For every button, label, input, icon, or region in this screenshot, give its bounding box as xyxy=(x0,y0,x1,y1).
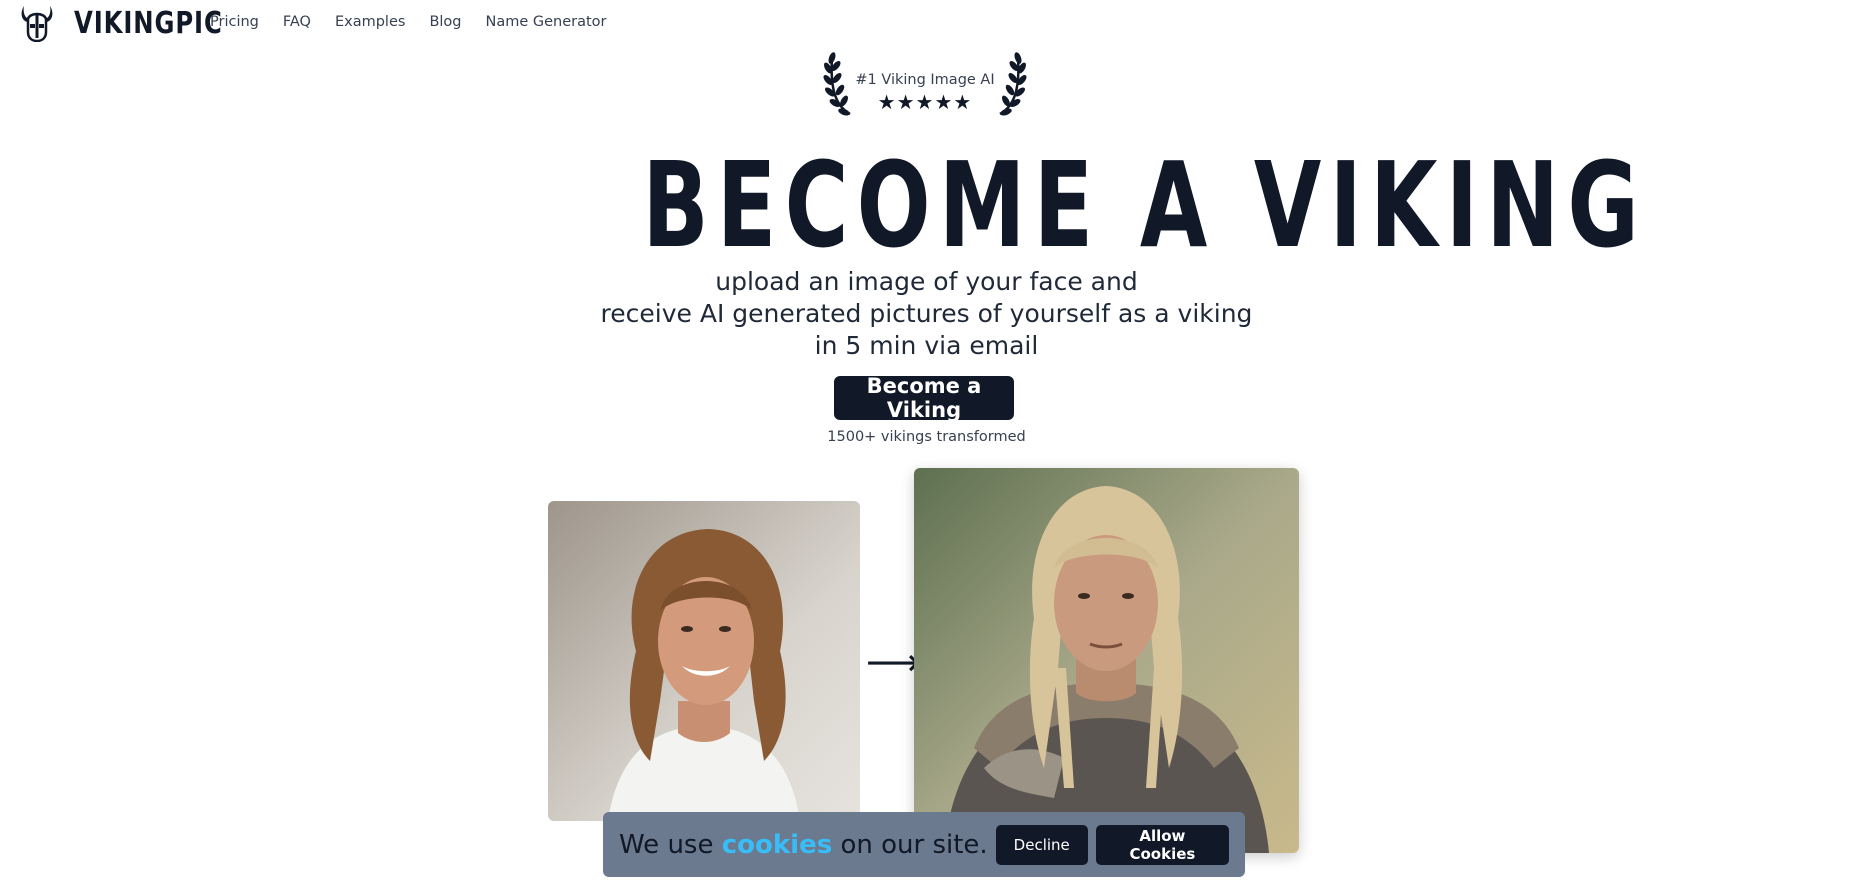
laurel-right-icon xyxy=(999,52,1027,116)
cookie-message: We use cookies on our site. xyxy=(619,830,988,860)
become-a-viking-button[interactable]: Become a Viking xyxy=(834,374,1014,422)
nav-link-blog[interactable]: Blog xyxy=(429,14,461,30)
nav-link-pricing[interactable]: Pricing xyxy=(210,14,259,30)
hero-subtitle: upload an image of your face and receive… xyxy=(570,266,1283,362)
hero-title: BECOME A VIKING xyxy=(642,136,1647,274)
subtitle-line: upload an image of your face and xyxy=(715,267,1138,296)
nav-link-faq[interactable]: FAQ xyxy=(283,14,311,30)
cookies-link[interactable]: cookies xyxy=(722,830,832,860)
transform-count: 1500+ vikings transformed xyxy=(827,429,1026,445)
cookie-suffix: on our site. xyxy=(840,829,988,860)
cookie-banner: We use cookies on our site. Decline Allo… xyxy=(603,812,1245,877)
subtitle-line: receive AI generated pictures of yoursel… xyxy=(600,299,1253,328)
after-photo-illustration xyxy=(914,468,1299,853)
top-nav: VIKINGPIC Pricing FAQ Examples Blog Name… xyxy=(0,0,1853,46)
cookie-prefix: We use xyxy=(619,829,714,860)
after-viking-photo xyxy=(914,468,1299,853)
nav-links: Pricing FAQ Examples Blog Name Generator xyxy=(210,14,607,30)
logo-wordmark[interactable]: VIKINGPIC xyxy=(74,6,223,41)
decline-cookies-button[interactable]: Decline xyxy=(995,824,1088,865)
arrow-right-icon: ⟶ xyxy=(866,640,921,684)
nav-link-name-generator[interactable]: Name Generator xyxy=(486,14,607,30)
before-photo-illustration xyxy=(548,501,860,821)
subtitle-line: in 5 min via email xyxy=(814,331,1039,360)
allow-cookies-button[interactable]: Allow Cookies xyxy=(1095,824,1229,865)
nav-link-examples[interactable]: Examples xyxy=(335,14,405,30)
before-photo xyxy=(548,501,860,821)
award-badge: #1 Viking Image AI ★★★★★ xyxy=(822,50,1028,118)
viking-helmet-logo-icon[interactable] xyxy=(18,2,56,42)
